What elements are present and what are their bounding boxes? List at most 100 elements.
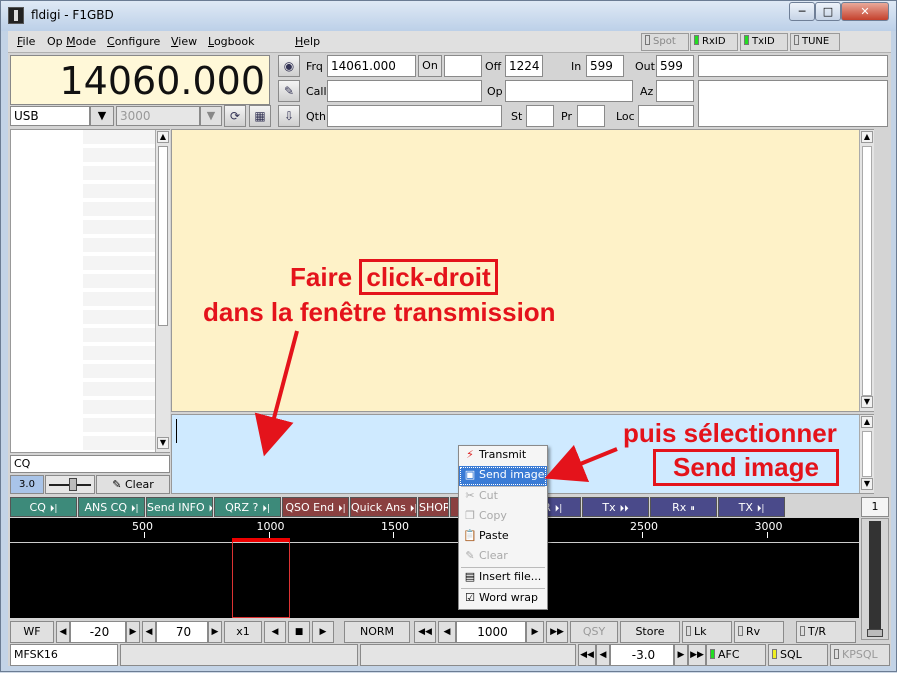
squelch-slider[interactable] [45, 475, 95, 494]
signal-browser-list[interactable]: ▲ ▼ [10, 129, 170, 453]
scroll-down-icon[interactable]: ▼ [861, 478, 873, 490]
notes-area[interactable] [698, 80, 888, 127]
step-forward-button[interactable]: ▶ [526, 621, 544, 643]
notes-input[interactable] [698, 55, 888, 77]
afc-value[interactable]: -3.0 [610, 644, 674, 666]
waterfall-display[interactable] [10, 538, 859, 618]
rst-in-input[interactable]: 599 [586, 55, 624, 77]
fast-forward-button[interactable]: ▶▶ [546, 621, 568, 643]
context-menu-item-0[interactable]: ⚡ Transmit [459, 446, 547, 466]
menu-item-2[interactable]: Configure [107, 35, 160, 48]
zoom-button[interactable]: x1 [224, 621, 262, 643]
scroll-thumb[interactable] [862, 146, 872, 396]
context-menu-item-2[interactable]: ✂ Cut [459, 487, 547, 507]
menu-item-0[interactable]: File [17, 35, 35, 48]
locator-input[interactable] [638, 105, 694, 127]
low-decrement-button[interactable]: ◀ [56, 621, 70, 643]
menu-item-3[interactable]: View [171, 35, 197, 48]
macro-button-4[interactable]: QSO End ⏵| [282, 497, 349, 517]
scroll-up-icon[interactable]: ▲ [861, 131, 873, 143]
macro-button-2[interactable]: Send INFO⏵| [146, 497, 213, 517]
frequency-display[interactable]: 14060.000 [10, 55, 270, 105]
mode-dropdown-button[interactable]: ▼ [90, 106, 114, 126]
kpsql-toggle[interactable]: KPSQL [830, 644, 890, 666]
lookup-button[interactable]: ⇩ [278, 105, 300, 127]
afc-right-button[interactable]: ▶ [674, 644, 688, 666]
lock-toggle[interactable]: Lk [682, 621, 732, 643]
rst-out-input[interactable]: 599 [656, 55, 694, 77]
title-bar[interactable]: fldigi - F1GBD ─ □ ✕ [1, 1, 896, 31]
call-input[interactable] [327, 80, 482, 102]
scroll-thumb[interactable] [158, 146, 168, 326]
tx-scrollbar[interactable]: ▲ ▼ [859, 415, 874, 493]
speed-button[interactable]: NORM [344, 621, 410, 643]
scroll-down-icon[interactable]: ▼ [157, 437, 169, 449]
context-menu-item-5[interactable]: ✎ Clear [459, 547, 547, 567]
context-menu-item-6[interactable]: ▤ Insert file... [459, 568, 547, 588]
afc-toggle[interactable]: AFC [706, 644, 766, 666]
wf-range-input[interactable]: 70 [156, 621, 208, 643]
waterfall-side-slider[interactable] [861, 518, 889, 640]
range-increment-button[interactable]: ▶ [208, 621, 222, 643]
mode-status[interactable]: MFSK16 [10, 644, 118, 666]
sql-toggle[interactable]: SQL [768, 644, 828, 666]
close-button[interactable]: ✕ [841, 2, 889, 21]
scroll-up-icon[interactable]: ▲ [861, 416, 873, 428]
bandwidth-dropdown-button[interactable]: ▼ [200, 106, 222, 126]
afc-left-button[interactable]: ◀ [596, 644, 610, 666]
frq-input[interactable]: 14061.000 [327, 55, 416, 77]
context-menu-item-7[interactable]: ☑ Word wrap [459, 589, 547, 609]
qth-input[interactable] [327, 105, 502, 127]
waterfall-cursor[interactable] [232, 538, 290, 618]
macro-button-10[interactable]: Tx ⏵⏵ [582, 497, 649, 517]
low-increment-button[interactable]: ▶ [126, 621, 140, 643]
reverse-toggle[interactable]: Rv [734, 621, 784, 643]
macro-button-11[interactable]: Rx ⏸ [650, 497, 717, 517]
macro-button-12[interactable]: TX ⏵| [718, 497, 785, 517]
range-decrement-button[interactable]: ◀ [142, 621, 156, 643]
save-button[interactable]: ▦ [249, 105, 271, 127]
wf-low-input[interactable]: -20 [70, 621, 126, 643]
menu-item-4[interactable]: Logbook [208, 35, 254, 48]
macro-button-1[interactable]: ANS CQ ⏵| [78, 497, 145, 517]
on-input[interactable] [444, 55, 482, 77]
province-input[interactable] [577, 105, 605, 127]
tr-toggle[interactable]: T/R [796, 621, 856, 643]
slider-thumb[interactable] [867, 629, 883, 637]
az-input[interactable] [656, 80, 694, 102]
context-menu-item-4[interactable]: 📋 Paste [459, 527, 547, 547]
wf-mode-button[interactable]: WF [10, 621, 54, 643]
bandwidth-select[interactable]: 3000 [116, 106, 200, 126]
scroll-thumb[interactable] [862, 431, 872, 477]
carrier-input[interactable]: 1000 [456, 621, 526, 643]
afc-fast-left-button[interactable]: ◀◀ [578, 644, 596, 666]
rx-scrollbar[interactable]: ▲ ▼ [859, 130, 874, 411]
menu-item-1[interactable]: Op Mode [47, 35, 96, 48]
macro-button-0[interactable]: CQ ⏵| [10, 497, 77, 517]
receive-text-panel[interactable]: ▲ ▼ [171, 129, 874, 412]
center-button[interactable]: ■ [288, 621, 310, 643]
spot-toggle[interactable]: Spot [641, 33, 689, 51]
browser-scrollbar[interactable]: ▲ ▼ [155, 130, 170, 452]
macro-button-3[interactable]: QRZ ? ⏵| [214, 497, 281, 517]
move-left-button[interactable]: ◀ [264, 621, 286, 643]
rxid-toggle[interactable]: RxID [690, 33, 738, 51]
menu-item-5[interactable]: Help [295, 35, 320, 48]
macro-set-button[interactable]: 1 [861, 497, 889, 517]
op-input[interactable] [505, 80, 633, 102]
minimize-button[interactable]: ─ [789, 2, 815, 21]
browser-search-input[interactable]: CQ [10, 455, 170, 473]
txid-toggle[interactable]: TxID [740, 33, 788, 51]
macro-button-6[interactable]: SHOR⏵| [418, 497, 449, 517]
qsy-button[interactable]: QSY [570, 621, 618, 643]
context-menu-item-1[interactable]: ▣ Send image... [459, 466, 555, 486]
browser-clear-button[interactable]: ✎ Clear [96, 475, 170, 494]
clear-log-button[interactable]: ✎ [278, 80, 300, 102]
globe-button[interactable]: ◉ [278, 55, 300, 77]
maximize-button[interactable]: □ [815, 2, 841, 21]
afc-fast-right-button[interactable]: ▶▶ [688, 644, 706, 666]
off-input[interactable]: 1224 [505, 55, 543, 77]
move-right-button[interactable]: ▶ [312, 621, 334, 643]
scroll-down-icon[interactable]: ▼ [861, 396, 873, 408]
macro-button-5[interactable]: Quick Ans ⏵| [350, 497, 417, 517]
